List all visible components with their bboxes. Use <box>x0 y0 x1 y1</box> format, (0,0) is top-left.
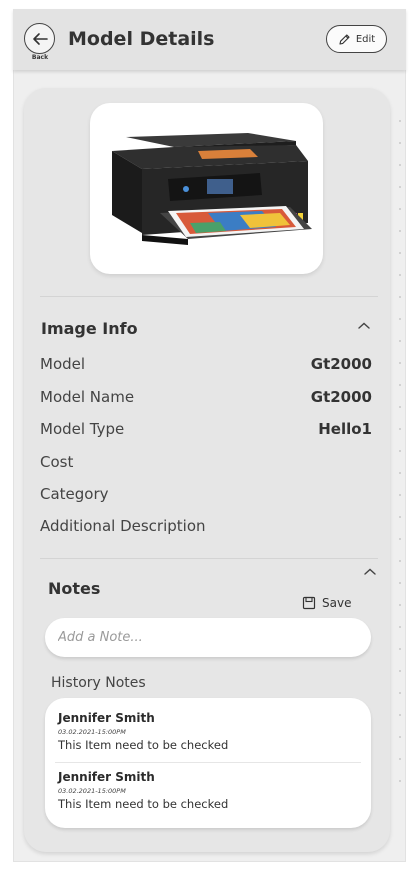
page-title: Model Details <box>68 28 215 50</box>
divider <box>40 296 378 297</box>
chevron-up-icon[interactable] <box>363 567 377 577</box>
save-note-button[interactable]: Save <box>302 596 351 610</box>
save-icon <box>302 596 316 610</box>
note-date: 03.02.2021-15:00PM <box>58 728 126 736</box>
history-note-item: Jennifer Smith 03.02.2021-15:00PM This I… <box>58 770 358 811</box>
model-type-label: Model Type <box>40 420 125 438</box>
note-divider <box>55 762 361 763</box>
model-name-value: Gt2000 <box>310 388 372 406</box>
arrow-left-icon <box>32 32 48 45</box>
edit-button-label: Edit <box>355 33 376 45</box>
scrollbar[interactable] <box>398 110 402 800</box>
model-name-label: Model Name <box>40 388 135 406</box>
notes-title: Notes <box>48 579 101 598</box>
save-label: Save <box>322 596 352 610</box>
history-notes-label: History Notes <box>51 675 146 691</box>
back-button[interactable] <box>24 23 55 54</box>
image-info-title: Image Info <box>41 319 138 338</box>
pencil-icon <box>339 33 350 45</box>
back-label: Back <box>31 54 49 61</box>
history-note-item: Jennifer Smith 03.02.2021-15:00PM This I… <box>58 711 358 752</box>
model-type-value: Hello1 <box>318 420 372 438</box>
edit-button[interactable]: Edit <box>326 25 387 53</box>
note-text: This Item need to be checked <box>58 797 229 811</box>
model-value: Gt2000 <box>310 355 372 373</box>
divider <box>40 558 378 559</box>
chevron-up-icon[interactable] <box>357 321 371 331</box>
model-label: Model <box>40 355 86 373</box>
additional-description-label: Additional Description <box>40 517 206 535</box>
note-author: Jennifer Smith <box>58 770 155 784</box>
printer-image <box>112 133 312 245</box>
category-label: Category <box>40 485 109 503</box>
add-note-input[interactable] <box>45 618 371 657</box>
note-author: Jennifer Smith <box>58 711 155 725</box>
header-bar: Back Model Details Edit <box>13 9 406 70</box>
note-text: This Item need to be checked <box>58 738 229 752</box>
note-date: 03.02.2021-15:00PM <box>58 787 126 795</box>
history-notes-list: Jennifer Smith 03.02.2021-15:00PM This I… <box>45 698 371 828</box>
model-image <box>90 103 323 274</box>
cost-label: Cost <box>40 453 74 471</box>
